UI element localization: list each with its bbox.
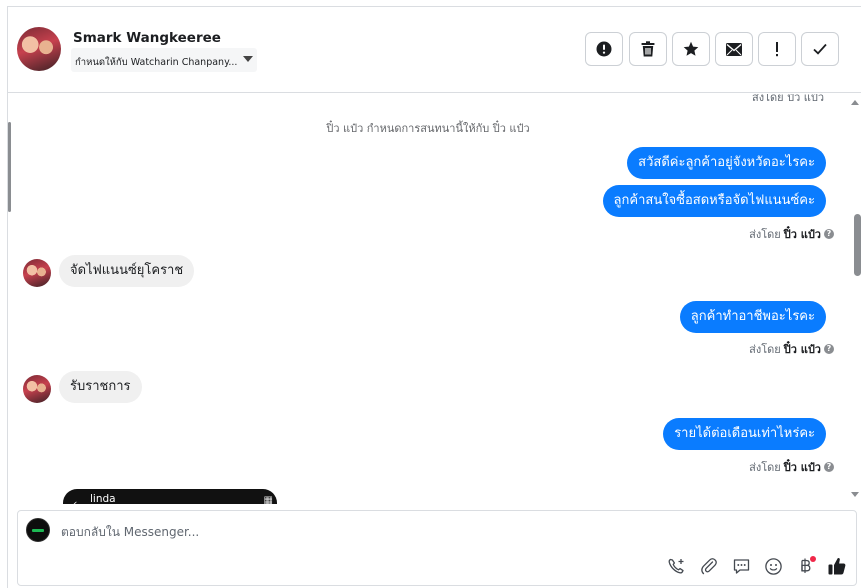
customer-avatar[interactable] <box>23 259 51 287</box>
incoming-message[interactable]: รับราชการ <box>59 371 142 403</box>
grid-icon: ▦ <box>263 495 273 504</box>
customer-avatar[interactable] <box>23 375 51 403</box>
sender-name: ปิ๋ว แป๋ว <box>783 228 821 241</box>
sent-by-label: ส่งโดย ปิ๋ว แป๋ว ? <box>749 225 834 243</box>
image-attachment[interactable]: ‹ linda ▦ <box>63 489 277 504</box>
caret-down-icon <box>243 56 253 62</box>
paperclip-icon <box>700 557 717 574</box>
contact-avatar[interactable] <box>17 27 61 71</box>
saved-reply-icon <box>733 558 749 574</box>
system-note: ปิ๋ว แป๋ว กำหนดการสนทนานี้ให้กับ ปิ๋ว แป… <box>326 122 530 135</box>
sent-by-label: ส่งโดย ปิ๋ว แป๋ว <box>752 94 824 104</box>
star-icon <box>683 41 699 56</box>
saved-replies-button[interactable] <box>730 555 752 577</box>
reply-input[interactable] <box>61 519 801 545</box>
message-thread[interactable]: ส่งโดย ปิ๋ว แป๋ว ปิ๋ว แป๋ว กำหนดการสนทนา… <box>8 94 861 504</box>
envelope-icon <box>726 42 742 56</box>
reply-composer <box>17 510 857 586</box>
sender-name: ปิ๋ว แป๋ว <box>783 343 821 356</box>
help-icon[interactable]: ? <box>824 462 834 472</box>
scroll-thumb[interactable] <box>854 214 861 276</box>
help-icon[interactable]: ? <box>824 344 834 354</box>
outgoing-message[interactable]: สวัสดีค่ะลูกค้าอยู่จังหวัดอะไรคะ <box>627 147 826 179</box>
exclamation-icon <box>776 42 778 57</box>
thread-scrollbar[interactable] <box>848 94 861 504</box>
done-button[interactable] <box>801 32 839 66</box>
sent-by-prefix: ส่งโดย <box>749 461 781 474</box>
sent-by-label: ส่งโดย ปิ๋ว แป๋ว ? <box>749 458 834 476</box>
scroll-up-arrow-icon[interactable] <box>851 100 859 105</box>
thumbs-up-icon <box>828 557 846 575</box>
like-button[interactable] <box>826 555 848 577</box>
emoji-button[interactable] <box>762 555 784 577</box>
sender-name: ปิ๋ว แป๋ว <box>783 461 821 474</box>
trash-icon <box>641 41 655 57</box>
contact-name[interactable]: Smark Wangkeeree <box>73 30 221 46</box>
incoming-message[interactable]: จัดไฟแนนซ์ยุโคราช <box>59 255 195 287</box>
spam-button[interactable] <box>585 32 623 66</box>
sent-by-prefix: ส่งโดย <box>749 343 781 356</box>
sent-by-label: ส่งโดย ปิ๋ว แป๋ว ? <box>749 340 834 358</box>
conversation-header: Smark Wangkeeree กำหนดให้กับ Watcharin C… <box>8 7 861 93</box>
outgoing-message[interactable]: ลูกค้าทำอาชีพอะไรคะ <box>679 301 826 333</box>
help-icon[interactable]: ? <box>824 229 834 239</box>
page-avatar <box>26 518 50 542</box>
assign-label: กำหนดให้กับ Watcharin Chanpany... <box>75 57 237 68</box>
inbox-conversation-panel: Smark Wangkeeree กำหนดให้กับ Watcharin C… <box>7 6 861 588</box>
star-button[interactable] <box>672 32 710 66</box>
emoji-icon <box>764 557 782 575</box>
image-title: linda <box>90 493 116 504</box>
follow-up-button[interactable] <box>758 32 796 66</box>
alert-circle-icon <box>596 41 612 57</box>
notification-dot <box>810 556 816 562</box>
payment-button[interactable] <box>794 555 816 577</box>
assign-dropdown[interactable]: กำหนดให้กับ Watcharin Chanpany... <box>71 48 257 72</box>
chevron-left-icon: ‹ <box>73 497 78 504</box>
attach-button[interactable] <box>698 555 720 577</box>
checkmark-icon <box>813 43 827 55</box>
outgoing-message[interactable]: ลูกค้าสนใจซื้อสดหรือจัดไฟแนนซ์คะ <box>602 185 826 217</box>
call-button[interactable] <box>665 555 687 577</box>
mark-unread-button[interactable] <box>715 32 753 66</box>
sent-by-prefix: ส่งโดย <box>749 228 781 241</box>
phone-add-icon <box>668 558 684 574</box>
delete-button[interactable] <box>629 32 667 66</box>
scroll-down-arrow-icon[interactable] <box>851 492 859 497</box>
outgoing-message[interactable]: รายได้ต่อเดือนเท่าไหร่คะ <box>663 418 826 450</box>
